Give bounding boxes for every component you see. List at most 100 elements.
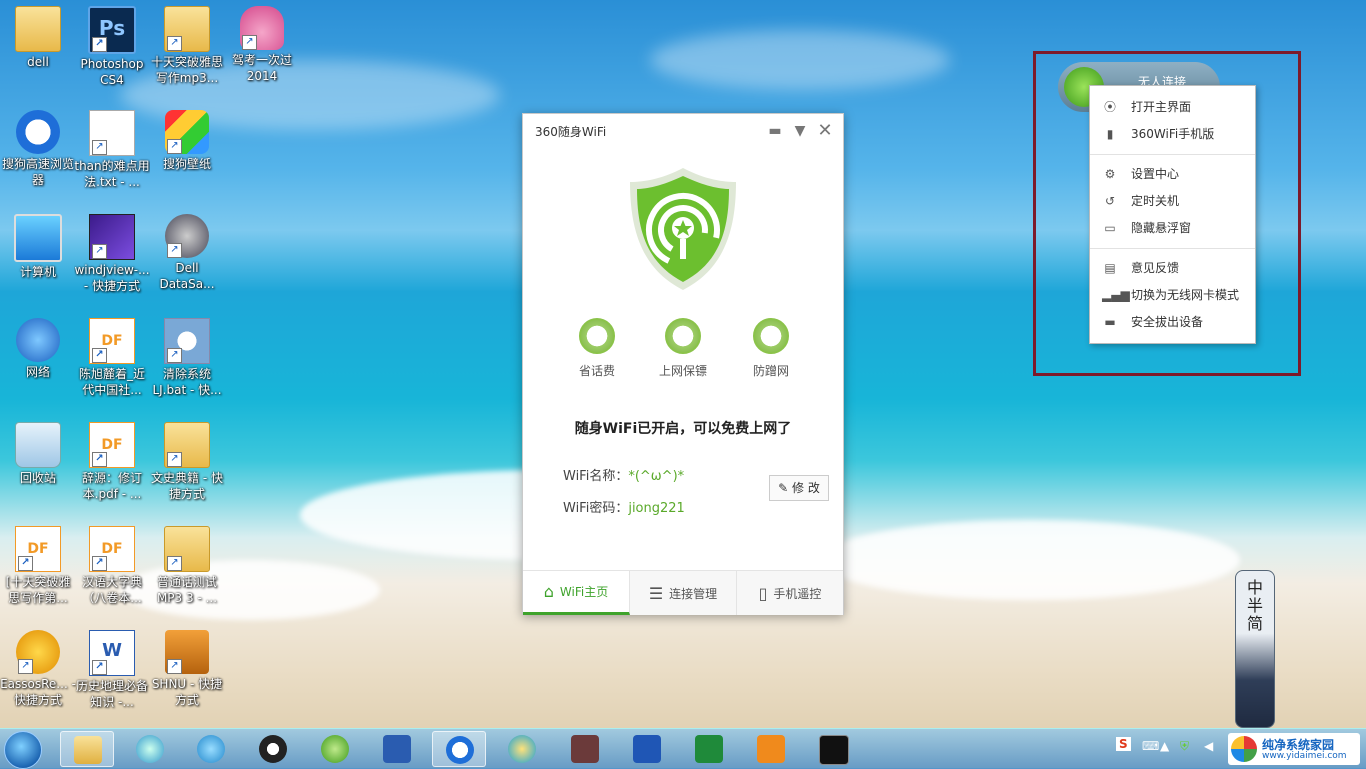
- wifi-password-row: WiFi密码：jiong221: [563, 501, 685, 516]
- desktop-icon-sogou-wallpaper[interactable]: ↗ 搜狗壁纸: [149, 110, 225, 172]
- desktop-icon-ciyuan-pdf[interactable]: DF ↗ 辞源：修订本.pdf - ...: [74, 422, 150, 502]
- tray-volume-icon[interactable]: ◀: [1204, 739, 1213, 753]
- edit-button[interactable]: ✎ 修 改: [769, 475, 829, 501]
- taskbar-excel[interactable]: [682, 731, 736, 767]
- menu-item-hide-float[interactable]: ▭ 隐藏悬浮窗: [1090, 215, 1255, 241]
- desktop-icon-dictionary-pdf[interactable]: DF ↗ 汉语大字典（八卷本...: [74, 526, 150, 606]
- taskbar-360-wifi[interactable]: [308, 731, 362, 767]
- wifi-tab-bar: ⌂ WiFi主页 ☰ 连接管理 ▯ 手机遥控: [523, 570, 843, 615]
- desktop-icon-shnu[interactable]: ↗ SHNU - 快捷方式: [149, 630, 225, 708]
- wifi-password-value: jiong221: [628, 501, 685, 516]
- desktop-icon-ielts-pdf[interactable]: DF ↗ [十天突破雅思写作第...: [0, 526, 76, 606]
- batch-file-icon: ↗: [164, 318, 210, 364]
- taskbar-sogou[interactable]: [432, 731, 486, 767]
- tab-connection-management[interactable]: ☰ 连接管理: [630, 571, 737, 615]
- tray-shield-icon[interactable]: ⛨: [1180, 739, 1189, 754]
- pdf-file-icon: DF ↗: [89, 526, 135, 572]
- desktop-icon-mandarin-mp3[interactable]: ↗ 普通话测试MP3 3 - ...: [149, 526, 225, 606]
- menu-item-settings[interactable]: ⚙ 设置中心: [1090, 161, 1255, 187]
- signal-bars-icon: ▂▄▆: [1102, 288, 1130, 302]
- file-explorer-icon: [74, 736, 102, 764]
- menu-item-mobile-version[interactable]: ▮ 360WiFi手机版: [1090, 121, 1255, 147]
- desktop-icon-clean-bat[interactable]: ↗ 清除系统LJ.bat - 快...: [149, 318, 225, 398]
- feature-anti-leech[interactable]: 防蹭网: [736, 318, 806, 379]
- qq-bubble-icon: [197, 735, 225, 763]
- timer-icon: ↺: [1104, 194, 1116, 208]
- desktop-icon-classics-folder[interactable]: ↗ 文史典籍 - 快捷方式: [149, 422, 225, 502]
- taskbar-qq[interactable]: [246, 731, 300, 767]
- desktop-icon-photoshop[interactable]: Ps ↗ Photoshop CS4: [74, 6, 150, 88]
- user-folder-icon: [15, 6, 61, 52]
- taskbar-word[interactable]: [370, 731, 424, 767]
- yen-coin-icon: [579, 318, 615, 354]
- ime-chinese-mode[interactable]: 中: [1236, 579, 1274, 597]
- desktop-icon-windjview[interactable]: ↗ windjview-... - 快捷方式: [74, 214, 150, 294]
- desktop-icon-network[interactable]: 网络: [0, 318, 76, 380]
- feedback-icon: ▤: [1104, 261, 1116, 275]
- feature-save-fees[interactable]: 省话费: [562, 318, 632, 379]
- menu-item-safely-remove[interactable]: ▬ 安全拔出设备: [1090, 309, 1255, 335]
- mobile-icon: ▮: [1106, 127, 1114, 141]
- tray-keyboard-icon[interactable]: ⌨: [1142, 739, 1159, 753]
- desktop-icon-ielts-writing[interactable]: ↗ 十天突破雅思写作mp3...: [149, 6, 225, 86]
- chat-icon[interactable]: ▬: [767, 123, 783, 139]
- phone-icon: ▯: [758, 583, 768, 603]
- taskbar-reader[interactable]: [558, 731, 612, 767]
- menu-separator: [1090, 154, 1255, 155]
- wifi-name-row: WiFi名称：*(^ω^)*: [563, 469, 685, 484]
- desktop-icon-history-doc[interactable]: W ↗ 历史地理必备知识 -...: [74, 630, 150, 710]
- status-message: 随身WiFi已开启，可以免费上网了: [574, 421, 792, 437]
- menu-item-wireless-card-mode[interactable]: ▂▄▆ 切换为无线网卡模式: [1090, 282, 1255, 308]
- shield-guard-icon: [665, 318, 701, 354]
- taskbar-browser[interactable]: [495, 731, 549, 767]
- close-icon[interactable]: ✕: [817, 122, 833, 140]
- desktop-icon-dell-datasafe[interactable]: ↗ Dell DataSa...: [149, 214, 225, 292]
- photoshop-icon: Ps ↗: [88, 6, 136, 54]
- ime-simplified[interactable]: 简: [1236, 615, 1274, 633]
- start-button[interactable]: [4, 731, 42, 769]
- network-icon: [16, 318, 60, 362]
- antenna-icon: ⦿: [1103, 100, 1116, 114]
- desktop-icon-modern-china-pdf[interactable]: DF ↗ 陈旭麓着_近代中国社...: [74, 318, 150, 398]
- menu-separator: [1090, 248, 1255, 249]
- ime-status-bar[interactable]: 中 半 简: [1235, 570, 1275, 728]
- pdf-file-icon: DF ↗: [15, 526, 61, 572]
- usb-eject-icon: ▬: [1104, 315, 1116, 329]
- word-icon: [633, 735, 661, 763]
- tray-ime-icon[interactable]: S: [1116, 737, 1131, 751]
- desktop-icon-sogou-browser[interactable]: 搜狗高速浏览器: [0, 110, 76, 188]
- taskbar-cmd[interactable]: [806, 731, 860, 767]
- wifi-name-value: *(^ω^)*: [628, 469, 685, 484]
- desktop-icon-eassos[interactable]: ↗ EassosRe... - 快捷方式: [0, 630, 76, 708]
- excel-icon: [695, 735, 723, 763]
- menu-icon[interactable]: ▼: [792, 123, 808, 139]
- watermark-logo: 纯净系统家园 www.yidaimei.com: [1228, 733, 1360, 765]
- taskbar-pdf[interactable]: [744, 731, 798, 767]
- pencil-icon: ✎: [778, 481, 789, 495]
- feature-web-guard[interactable]: 上网保镖: [648, 318, 718, 379]
- menu-item-timed-shutdown[interactable]: ↺ 定时关机: [1090, 188, 1255, 214]
- context-menu: ⦿ 打开主界面 ▮ 360WiFi手机版 ⚙ 设置中心 ↺ 定时关机 ▭ 隐藏悬浮窗 ▤ 意…: [1089, 85, 1256, 344]
- taskbar: S ⌨ ▲ ⛨ ◀: [0, 728, 1366, 769]
- tab-phone-remote[interactable]: ▯ 手机遥控: [737, 571, 843, 615]
- taskbar-itunes[interactable]: [123, 731, 177, 767]
- reader-icon: [571, 735, 599, 763]
- tray-expand-icon[interactable]: ▲: [1160, 739, 1169, 753]
- ime-half-width[interactable]: 半: [1236, 597, 1274, 615]
- taskbar-file-explorer[interactable]: [60, 731, 114, 767]
- computer-icon: [14, 214, 62, 262]
- menu-item-open-main[interactable]: ⦿ 打开主界面: [1090, 94, 1255, 120]
- taskbar-word-2[interactable]: [620, 731, 674, 767]
- folder-icon: ↗: [164, 6, 210, 52]
- desktop-icon-than-txt[interactable]: ↗ than的难点用法.txt - ...: [74, 110, 150, 190]
- desktop-icon-dell[interactable]: dell: [0, 6, 76, 70]
- home-icon: ⌂: [543, 582, 554, 601]
- taskbar-qq-bubble[interactable]: [184, 731, 238, 767]
- desktop-icon-driving-test[interactable]: ↗ 驾考一次过 2014: [224, 6, 300, 84]
- tab-wifi-home[interactable]: ⌂ WiFi主页: [523, 571, 630, 615]
- desktop-icon-computer[interactable]: 计算机: [0, 214, 76, 280]
- menu-item-feedback[interactable]: ▤ 意见反馈: [1090, 255, 1255, 281]
- 360-wifi-icon: [321, 735, 349, 763]
- desktop-icon-recycle-bin[interactable]: 回收站: [0, 422, 76, 486]
- word-icon: [383, 735, 411, 763]
